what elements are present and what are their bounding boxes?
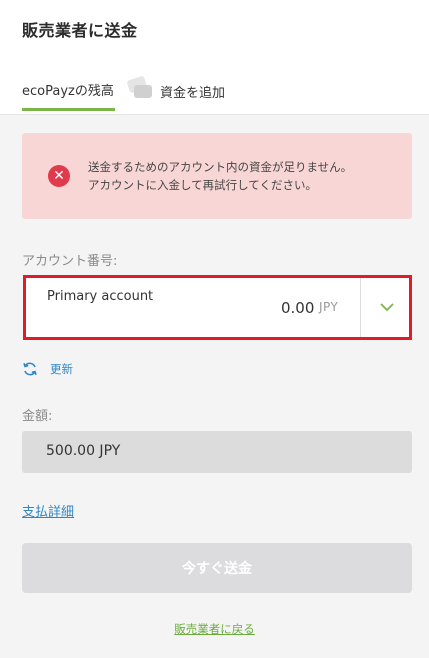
account-currency: JPY <box>319 300 339 314</box>
send-now-button[interactable]: 今すぐ送金 <box>22 543 412 593</box>
payment-details-link[interactable]: 支払詳細 <box>22 501 74 520</box>
tab-add-funds[interactable]: 資金を追加 <box>126 72 226 106</box>
error-x-icon: ✕ <box>48 165 70 187</box>
tab-ecopayz-balance[interactable]: ecoPayzの残高 <box>22 80 114 99</box>
back-to-merchant-link[interactable]: 販売業者に戻る <box>174 622 255 636</box>
alert-line-2: アカウントに入金して再試行してください。 <box>88 178 317 192</box>
page-title: 販売業者に送金 <box>22 21 138 40</box>
dropdown-divider <box>360 278 361 337</box>
transfer-panel: ✕ 送金するためのアカウント内の資金が足りません。 アカウントに入金して再試行し… <box>0 114 429 658</box>
account-select[interactable]: Primary account 0.00 JPY <box>26 278 409 337</box>
tab-bar: ecoPayzの残高 資金を追加 <box>0 70 429 114</box>
refresh-button[interactable]: 更新 <box>22 359 73 379</box>
account-balance: 0.00 <box>281 299 315 317</box>
insufficient-funds-alert: ✕ 送金するためのアカウント内の資金が足りません。 アカウントに入金して再試行し… <box>22 133 412 219</box>
active-tab-indicator <box>22 108 115 111</box>
account-number-label: アカウント番号: <box>22 254 118 269</box>
amount-label: 金額: <box>22 409 53 424</box>
alert-line-1: 送金するためのアカウント内の資金が足りません。 <box>88 160 353 174</box>
amount-value: 500.00 JPY <box>46 443 121 459</box>
refresh-label: 更新 <box>50 362 73 376</box>
chevron-down-icon[interactable] <box>376 296 398 318</box>
credit-cards-icon <box>126 75 154 100</box>
refresh-icon <box>23 362 37 376</box>
back-to-merchant-link-container: 販売業者に戻る <box>0 621 429 637</box>
alert-message: 送金するためのアカウント内の資金が足りません。 アカウントに入金して再試行してく… <box>88 158 398 194</box>
amount-field[interactable]: 500.00 JPY <box>22 431 412 473</box>
tab-add-funds-label: 資金を追加 <box>160 85 226 101</box>
account-name: Primary account <box>47 289 154 304</box>
